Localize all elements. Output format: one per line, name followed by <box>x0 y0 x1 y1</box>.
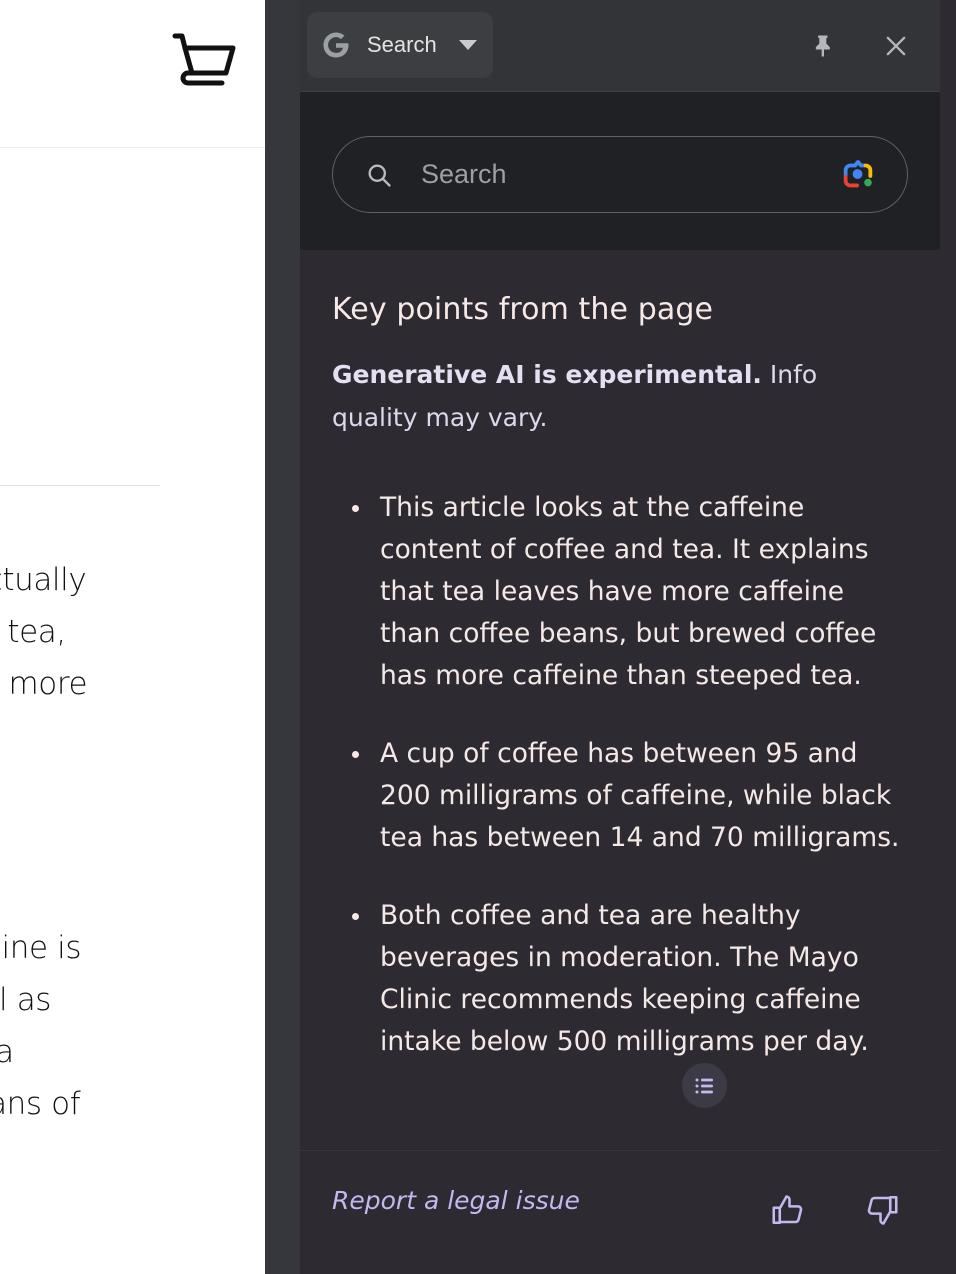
search-region: Search <box>300 92 940 250</box>
site-header <box>0 0 265 148</box>
thumbs-up-icon[interactable] <box>764 1186 812 1234</box>
list-item: This article looks at the caffeine conte… <box>338 487 908 697</box>
panel-right-edge <box>940 0 956 1274</box>
key-points-list: This article looks at the caffeine conte… <box>338 487 908 1099</box>
pin-icon[interactable] <box>806 28 842 64</box>
page-text-line: eped tea, <box>0 614 66 650</box>
ai-disclaimer: Generative AI is experimental. Info qual… <box>332 353 852 439</box>
screen: t's actually eped tea, ntain more Caffei… <box>0 0 956 1274</box>
ai-disclaimer-bold: Generative AI is experimental. <box>332 360 762 389</box>
page-text-line: ntain more <box>0 666 88 702</box>
panel-resizer[interactable] <box>265 0 553 1274</box>
key-points-content: Key points from the page Generative AI i… <box>300 250 940 1150</box>
report-legal-issue-link[interactable]: Report a legal issue <box>332 1186 580 1215</box>
google-lens-icon[interactable] <box>839 156 877 194</box>
page-text-line: s well as <box>0 982 52 1018</box>
chevron-down-icon[interactable] <box>458 40 477 50</box>
shopping-cart-icon[interactable] <box>172 32 236 90</box>
page-text-line: Caffeine is <box>0 930 82 966</box>
panel-tab-label: Search <box>367 32 437 57</box>
side-panel: Search Search Key points from the page G… <box>300 0 940 1274</box>
search-icon <box>365 161 393 189</box>
search-placeholder: Search <box>421 159 507 189</box>
panel-footer: Report a legal issue <box>300 1150 940 1274</box>
google-g-icon <box>321 30 351 60</box>
close-icon[interactable] <box>878 28 914 64</box>
search-input[interactable]: Search <box>332 136 908 213</box>
list-view-icon[interactable] <box>682 1063 727 1108</box>
list-item: Both coffee and tea are healthy beverage… <box>338 895 908 1063</box>
underlying-webpage: t's actually eped tea, ntain more Caffei… <box>0 0 265 1274</box>
thumbs-down-icon[interactable] <box>858 1186 906 1234</box>
page-title: Key points from the page <box>332 292 714 327</box>
list-item: A cup of coffee has between 95 and 200 m… <box>338 733 908 859</box>
page-text-line: e beans of <box>0 1086 81 1122</box>
page-text-line: t's actually <box>0 562 87 598</box>
content-divider <box>0 485 160 486</box>
side-panel-header: Search <box>300 0 940 92</box>
panel-tab-search[interactable]: Search <box>307 12 493 78</box>
page-text-line: mellia <box>0 1034 14 1070</box>
